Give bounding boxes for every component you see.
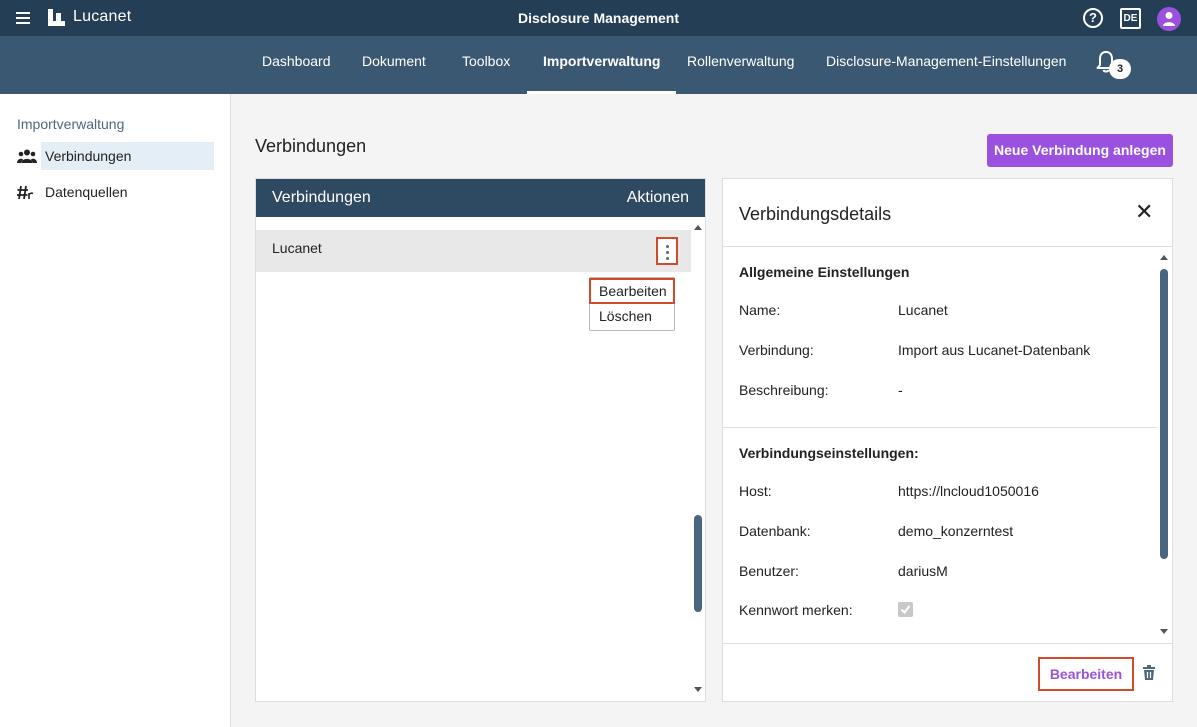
new-connection-button[interactable]: Neue Verbindung anlegen bbox=[987, 134, 1173, 167]
menu-item-loeschen[interactable]: Löschen bbox=[590, 304, 676, 330]
edit-button[interactable]: Bearbeiten bbox=[1038, 657, 1134, 691]
lucanet-logo-icon bbox=[48, 8, 65, 26]
divider bbox=[723, 643, 1172, 644]
notification-badge: 3 bbox=[1109, 59, 1131, 79]
trash-icon[interactable] bbox=[1142, 665, 1156, 681]
remember-password-checkbox bbox=[898, 602, 913, 617]
sidebar-title: Importverwaltung bbox=[17, 116, 125, 132]
details-panel: Verbindungsdetails ✕ Allgemeine Einstell… bbox=[722, 178, 1173, 702]
tab-rollenverwaltung[interactable]: Rollenverwaltung bbox=[671, 36, 810, 94]
scroll-up-icon[interactable] bbox=[1160, 255, 1168, 260]
field-label-benutzer: Benutzer: bbox=[739, 563, 799, 579]
more-actions-icon[interactable] bbox=[656, 237, 678, 265]
details-title: Verbindungsdetails bbox=[739, 204, 892, 224]
table-header: Verbindungen Aktionen bbox=[256, 179, 705, 217]
column-header-name: Verbindungen bbox=[272, 189, 371, 206]
tab-importverwaltung[interactable]: Importverwaltung bbox=[527, 36, 677, 94]
field-value-benutzer: dariusM bbox=[898, 563, 948, 579]
column-header-actions: Aktionen bbox=[626, 189, 689, 206]
scrollbar[interactable] bbox=[1159, 255, 1169, 637]
menu-item-bearbeiten[interactable]: Bearbeiten bbox=[589, 278, 675, 304]
scroll-down-icon[interactable] bbox=[694, 687, 702, 692]
page-title: Verbindungen bbox=[255, 136, 367, 156]
sidebar-item-verbindungen[interactable]: Verbindungen bbox=[41, 142, 214, 170]
scroll-up-icon[interactable] bbox=[694, 225, 702, 230]
field-label-beschreibung: Beschreibung: bbox=[739, 382, 829, 398]
help-icon[interactable]: ? bbox=[1083, 8, 1103, 28]
connection-name: Lucanet bbox=[272, 240, 322, 256]
top-bar: Lucanet Disclosure Management ? DE bbox=[0, 0, 1197, 36]
language-switch[interactable]: DE bbox=[1120, 8, 1141, 29]
sidebar: Importverwaltung Verbindungen Datenquell… bbox=[0, 94, 231, 727]
scrollbar[interactable] bbox=[693, 225, 703, 695]
field-label-verbindung: Verbindung: bbox=[739, 342, 814, 358]
field-value-beschreibung: - bbox=[898, 382, 903, 398]
scroll-thumb[interactable] bbox=[1160, 269, 1168, 559]
table-row[interactable]: Lucanet bbox=[256, 230, 691, 272]
scroll-thumb[interactable] bbox=[694, 515, 702, 612]
menu-icon[interactable] bbox=[16, 12, 30, 24]
field-label-kennwort: Kennwort merken: bbox=[739, 602, 853, 618]
field-value-host: https://lncloud1050016 bbox=[898, 483, 1039, 499]
brand-name: Lucanet bbox=[73, 8, 132, 25]
app-title: Disclosure Management bbox=[517, 10, 680, 26]
field-value-datenbank: demo_konzerntest bbox=[898, 523, 1014, 539]
connections-panel: Verbindungen Aktionen Lucanet Bearbeiten… bbox=[255, 178, 706, 702]
user-avatar[interactable] bbox=[1157, 7, 1181, 31]
context-menu: Bearbeiten Löschen bbox=[589, 277, 675, 331]
people-icon bbox=[17, 149, 37, 163]
check-icon bbox=[900, 605, 911, 615]
divider bbox=[723, 427, 1157, 428]
brand-logo[interactable]: Lucanet bbox=[48, 8, 131, 26]
sidebar-item-label: Datenquellen bbox=[45, 184, 128, 200]
tab-disclosure-einstellungen[interactable]: Disclosure-Management-Einstellungen bbox=[810, 36, 1082, 94]
tab-dokument[interactable]: Dokument bbox=[346, 36, 442, 94]
sidebar-item-label: Verbindungen bbox=[45, 148, 132, 164]
tab-toolbox[interactable]: Toolbox bbox=[446, 36, 526, 94]
field-label-host: Host: bbox=[739, 483, 772, 499]
sidebar-item-datenquellen[interactable]: Datenquellen bbox=[14, 178, 214, 206]
scroll-down-icon[interactable] bbox=[1160, 629, 1168, 634]
main-nav: Dashboard Dokument Toolbox Importverwalt… bbox=[0, 36, 1197, 94]
tab-dashboard[interactable]: Dashboard bbox=[246, 36, 347, 94]
close-icon[interactable]: ✕ bbox=[1135, 201, 1153, 223]
section-title-settings: Verbindungseinstellungen: bbox=[739, 445, 919, 461]
field-value-verbindung: Import aus Lucanet-Datenbank bbox=[898, 342, 1091, 358]
field-label-name: Name: bbox=[739, 302, 781, 318]
user-icon bbox=[1163, 12, 1175, 26]
section-title-general: Allgemeine Einstellungen bbox=[739, 264, 910, 280]
field-value-name: Lucanet bbox=[898, 302, 948, 318]
divider bbox=[723, 246, 1172, 247]
field-label-datenbank: Datenbank: bbox=[739, 523, 811, 539]
